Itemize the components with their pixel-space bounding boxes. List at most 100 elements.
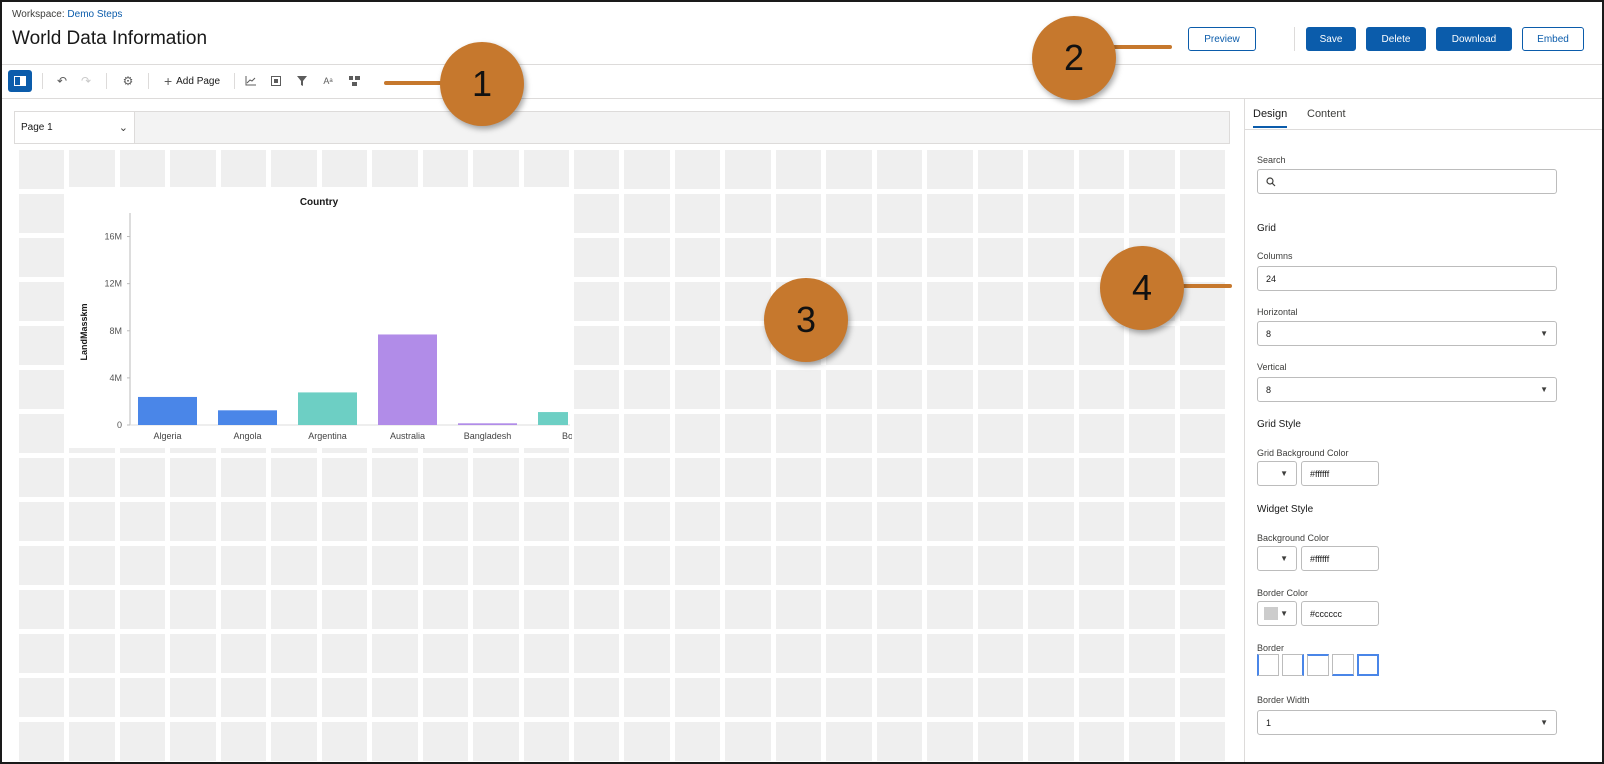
embed-button[interactable]: Embed: [1522, 27, 1584, 51]
horizontal-select[interactable]: 8 ▼: [1257, 321, 1557, 346]
caret-down-icon: ▼: [1540, 718, 1548, 727]
chart-bar[interactable]: [298, 392, 357, 425]
page-select[interactable]: Page 1 ⌄: [15, 112, 135, 143]
grid-cell: [170, 634, 216, 673]
background-color-picker[interactable]: ▼: [1257, 546, 1297, 571]
border-color-picker[interactable]: ▼: [1257, 601, 1297, 626]
border-bottom-icon[interactable]: [1332, 654, 1354, 676]
grid-cell: [1028, 678, 1074, 717]
panel-toggle-icon[interactable]: [8, 70, 32, 92]
grid-cell: [977, 150, 1024, 189]
grid-cell: [624, 326, 670, 365]
grid-cell: [271, 546, 317, 585]
grid-cell: [372, 722, 418, 761]
properties-panel: Design Content Search Grid Columns 24 Ho…: [1244, 99, 1602, 762]
grid-cell: [725, 722, 771, 761]
grid-cell: [1028, 414, 1074, 453]
workspace-link[interactable]: Demo Steps: [67, 9, 122, 20]
grid-cell: [775, 634, 822, 673]
x-tick-label: Australia: [390, 431, 425, 441]
grid-cell: [775, 238, 822, 277]
chart-bar[interactable]: [138, 396, 197, 425]
border-color-value: #cccccc: [1310, 608, 1343, 619]
grid-cell: [170, 458, 216, 497]
page-title: World Data Information: [12, 28, 208, 49]
page-header: Workspace: Demo Steps World Data Informa…: [2, 2, 1602, 65]
grid-background-color-value: #ffffff: [1310, 468, 1330, 479]
x-tick-label: Bangladesh: [464, 431, 512, 441]
grid-cell: [574, 326, 620, 365]
tab-content[interactable]: Content: [1307, 108, 1346, 120]
background-color-input[interactable]: #ffffff: [1301, 546, 1379, 571]
delete-button[interactable]: Delete: [1366, 27, 1426, 51]
grid-cell: [826, 370, 872, 409]
chart-bar[interactable]: [458, 423, 517, 425]
grid-cell: [1129, 546, 1175, 585]
grid-cell: [119, 634, 166, 673]
grid-cell: [977, 590, 1024, 629]
preview-button[interactable]: Preview: [1188, 27, 1256, 51]
callout-3: 3: [764, 278, 848, 362]
redo-icon[interactable]: ↷: [78, 70, 94, 92]
columns-field[interactable]: 24: [1257, 266, 1557, 291]
grid-cell: [422, 458, 469, 497]
border-right-icon[interactable]: [1282, 654, 1304, 676]
tab-design[interactable]: Design: [1253, 108, 1288, 128]
grid-cell: [725, 414, 771, 453]
grid-cell: [19, 678, 65, 717]
search-input[interactable]: [1257, 169, 1557, 194]
grid-cell: [1028, 590, 1074, 629]
grid-cell: [674, 590, 721, 629]
vertical-select[interactable]: 8 ▼: [1257, 377, 1557, 402]
save-button[interactable]: Save: [1306, 27, 1356, 51]
grid-cell: [725, 238, 771, 277]
grid-cell: [624, 634, 670, 673]
grid-cell: [876, 678, 923, 717]
filter-icon[interactable]: [294, 70, 310, 92]
border-top-icon[interactable]: [1307, 654, 1329, 676]
border-all-icon[interactable]: [1357, 654, 1379, 676]
app-frame: Workspace: Demo Steps World Data Informa…: [0, 0, 1604, 764]
border-label: Border: [1257, 643, 1285, 653]
grid-background-color-input[interactable]: #ffffff: [1301, 461, 1379, 486]
grid-cell: [1078, 194, 1125, 233]
grid-cell: [876, 282, 923, 321]
grid-cell: [1179, 326, 1225, 365]
container-icon[interactable]: [268, 70, 284, 92]
grid-cell: [523, 458, 570, 497]
grid-cell: [523, 546, 570, 585]
border-left-icon[interactable]: [1257, 654, 1279, 676]
x-tick-label: Bo: [562, 431, 572, 441]
horizontal-label: Horizontal: [1257, 307, 1298, 317]
grid-background-color-picker[interactable]: ▼: [1257, 461, 1297, 486]
grid-cell: [69, 590, 115, 629]
text-icon[interactable]: Aa: [320, 70, 336, 92]
add-page-button[interactable]: + Add Page: [156, 70, 228, 92]
grid-cell: [775, 546, 822, 585]
grid-cell: [725, 150, 771, 189]
chart-widget[interactable]: Country LandMasskm 0 4M 8M 12M 16M Algeria Ang…: [66, 187, 572, 448]
grid-cell: [321, 678, 368, 717]
layout-icon[interactable]: [346, 70, 362, 92]
grid-cell: [927, 590, 973, 629]
chart-bar[interactable]: [538, 412, 568, 425]
grid-cell: [69, 678, 115, 717]
border-width-select[interactable]: 1 ▼: [1257, 710, 1557, 735]
download-button[interactable]: Download: [1436, 27, 1512, 51]
grid-cell: [674, 502, 721, 541]
chart-bar[interactable]: [218, 410, 277, 425]
grid-cell: [574, 458, 620, 497]
undo-icon[interactable]: ↶: [54, 70, 70, 92]
grid-cell: [674, 370, 721, 409]
chart-icon[interactable]: [242, 70, 258, 92]
grid-cell: [624, 590, 670, 629]
grid-cell: [1179, 502, 1225, 541]
grid-cell: [927, 458, 973, 497]
grid-cell: [1179, 414, 1225, 453]
grid-cell: [775, 194, 822, 233]
grid-cell: [1078, 370, 1125, 409]
grid-cell: [1129, 722, 1175, 761]
chart-bar[interactable]: [378, 334, 437, 425]
border-color-input[interactable]: #cccccc: [1301, 601, 1379, 626]
settings-icon[interactable]: ⚙: [120, 70, 136, 92]
